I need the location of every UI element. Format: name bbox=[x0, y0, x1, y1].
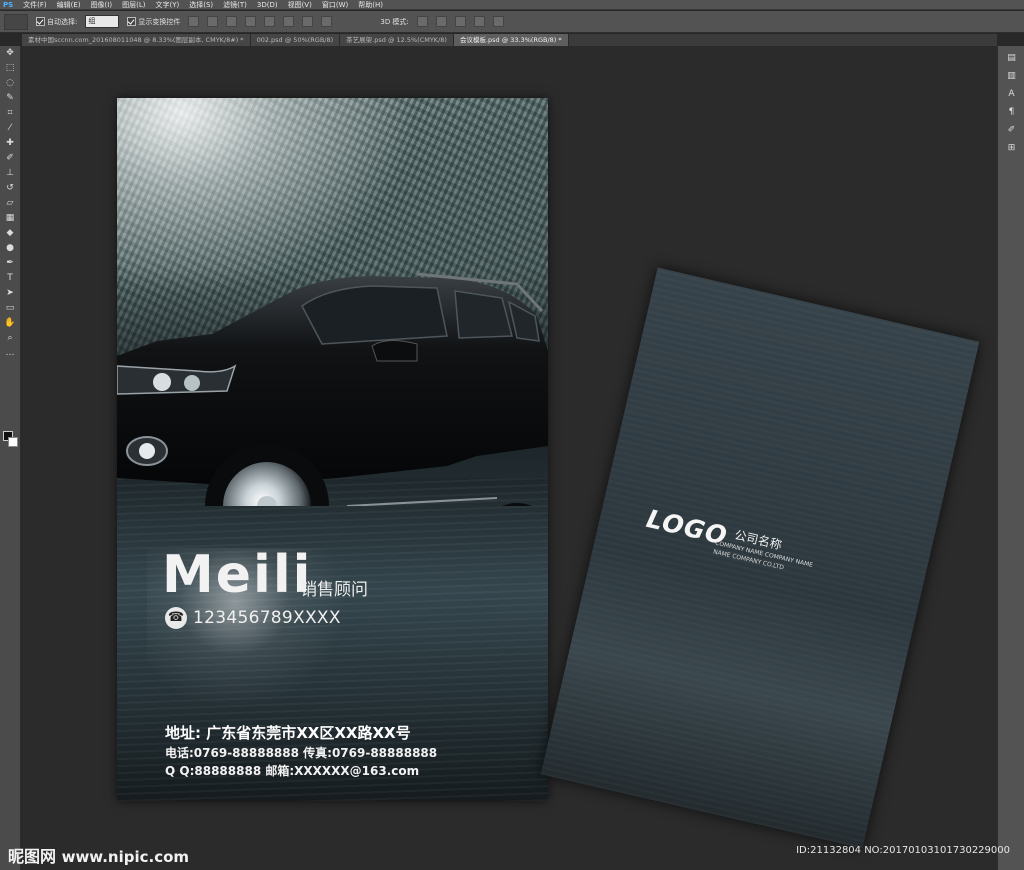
phone-icon: ☎ bbox=[165, 607, 187, 629]
align-top-icon[interactable] bbox=[188, 16, 200, 27]
character-panel-icon[interactable]: A bbox=[1005, 88, 1019, 100]
healing-brush-tool-icon[interactable]: ✚ bbox=[4, 137, 16, 149]
crop-tool-icon[interactable]: ⌗ bbox=[4, 107, 16, 119]
clone-source-panel-icon[interactable]: ⊞ bbox=[1005, 142, 1019, 154]
background-color-swatch[interactable] bbox=[8, 437, 18, 447]
marquee-tool-icon[interactable]: ⬚ bbox=[4, 62, 16, 74]
align-hcenter-icon[interactable] bbox=[264, 16, 276, 27]
pan-3d-icon[interactable] bbox=[454, 16, 466, 27]
site-name-cn: 昵图网 bbox=[8, 847, 57, 866]
checkmark-icon bbox=[36, 17, 45, 26]
brush-panel-icon[interactable]: ✐ bbox=[1005, 124, 1019, 136]
paragraph-panel-icon[interactable]: ¶ bbox=[1005, 106, 1019, 118]
person-name: Meili bbox=[162, 545, 313, 605]
show-transform-label: 显示变换控件 bbox=[138, 17, 181, 26]
lasso-tool-icon[interactable]: ◌ bbox=[4, 77, 16, 89]
move-tool-icon[interactable]: ✥ bbox=[4, 47, 16, 59]
shape-tool-icon[interactable]: ▭ bbox=[4, 302, 16, 314]
roll-3d-icon[interactable] bbox=[435, 16, 447, 27]
align-left-icon[interactable] bbox=[245, 16, 257, 27]
align-vcenter-icon[interactable] bbox=[207, 16, 219, 27]
move-tool-preset-button[interactable] bbox=[4, 13, 28, 30]
menu-bar: PS 文件(F) 编辑(E) 图像(I) 图层(L) 文字(Y) 选择(S) 滤… bbox=[0, 0, 1024, 10]
pen-tool-icon[interactable]: ✒ bbox=[4, 257, 16, 269]
site-url: www.nipic.com bbox=[61, 848, 190, 866]
auto-select-label: 自动选择: bbox=[47, 17, 78, 26]
distribute-icon[interactable] bbox=[321, 16, 333, 27]
tel-fax-text: 电话:0769-88888888 传真:0769-88888888 bbox=[165, 746, 438, 760]
zoom-tool-icon[interactable]: ⌕ bbox=[4, 332, 16, 344]
auto-select-dropdown[interactable]: 组 bbox=[85, 15, 120, 28]
business-card-front: Meili 销售顾问 ☎ 123456789XXXX 地址: 广东省东莞市XX区… bbox=[117, 98, 548, 801]
menu-type[interactable]: 文字(Y) bbox=[155, 0, 179, 9]
menu-3d[interactable]: 3D(D) bbox=[257, 0, 278, 9]
menu-window[interactable]: 窗口(W) bbox=[322, 0, 348, 9]
image-id-watermark: ID:21132804 NO:20170103101730229000 bbox=[796, 845, 1010, 856]
eraser-tool-icon[interactable]: ▱ bbox=[4, 197, 16, 209]
rotate-3d-icon[interactable] bbox=[416, 16, 428, 27]
menu-help[interactable]: 帮助(H) bbox=[358, 0, 383, 9]
show-transform-controls-checkbox[interactable]: 显示变换控件 bbox=[127, 17, 180, 27]
document-tab[interactable]: 素材中国sccnn.com_20160801104​8 @ 8.33%(图层副本… bbox=[22, 34, 251, 46]
panel-dock: ▤ ▥ A ¶ ✐ ⊞ bbox=[997, 46, 1024, 870]
menu-layer[interactable]: 图层(L) bbox=[122, 0, 145, 9]
slide-3d-icon[interactable] bbox=[473, 16, 485, 27]
more-tools-icon[interactable]: … bbox=[4, 347, 16, 359]
distribute-icon[interactable] bbox=[302, 16, 314, 27]
gradient-tool-icon[interactable]: ▦ bbox=[4, 212, 16, 224]
document-tab-bar: 素材中国sccnn.com_20160801104​8 @ 8.33%(图层副本… bbox=[22, 34, 997, 46]
align-bottom-icon[interactable] bbox=[226, 16, 238, 27]
dodge-tool-icon[interactable]: ● bbox=[4, 242, 16, 254]
eyedropper-tool-icon[interactable]: ⁄ bbox=[4, 122, 16, 134]
blur-tool-icon[interactable]: ◆ bbox=[4, 227, 16, 239]
auto-select-checkbox[interactable]: 自动选择: bbox=[36, 17, 77, 27]
type-tool-icon[interactable]: T bbox=[4, 272, 16, 284]
menu-edit[interactable]: 编辑(E) bbox=[57, 0, 81, 9]
black-suv-image bbox=[117, 272, 548, 506]
site-watermark: 昵图网 www.nipic.com bbox=[8, 843, 189, 867]
clone-stamp-tool-icon[interactable]: ⊥ bbox=[4, 167, 16, 179]
photoshop-logo-icon[interactable]: PS bbox=[3, 0, 13, 9]
qq-email-text: Q Q:88888888 邮箱:XXXXXX@163.com bbox=[165, 764, 420, 778]
checkmark-icon bbox=[127, 17, 137, 26]
history-panel-icon[interactable]: ▤ bbox=[1005, 52, 1019, 64]
menu-image[interactable]: 图像(I) bbox=[91, 0, 113, 9]
address-text: 地址: 广东省东莞市XX区XX路XX号 bbox=[165, 724, 411, 742]
scale-3d-icon[interactable] bbox=[492, 16, 504, 27]
phone-number: 123456789XXXX bbox=[193, 608, 341, 628]
quick-select-tool-icon[interactable]: ✎ bbox=[4, 92, 16, 104]
brush-tool-icon[interactable]: ✐ bbox=[4, 152, 16, 164]
mode-3d-label: 3D 模式: bbox=[380, 17, 409, 26]
properties-panel-icon[interactable]: ▥ bbox=[1005, 70, 1019, 82]
hand-tool-icon[interactable]: ✋ bbox=[4, 317, 16, 329]
document-tab[interactable]: 茶艺展架.psd @ 12.5%(CMYK/8) bbox=[340, 34, 454, 46]
document-tab-active[interactable]: 会议模板.psd @ 33.3%(RGB/8) * bbox=[453, 34, 569, 46]
options-bar: 自动选择: 组 显示变换控件 3D 模式: bbox=[0, 11, 1024, 33]
history-brush-tool-icon[interactable]: ↺ bbox=[4, 182, 16, 194]
menu-select[interactable]: 选择(S) bbox=[189, 0, 213, 9]
menu-file[interactable]: 文件(F) bbox=[23, 0, 47, 9]
menu-filter[interactable]: 滤镜(T) bbox=[223, 0, 247, 9]
document-tab[interactable]: 002.psd @ 50%(RGB/8) bbox=[250, 34, 341, 46]
path-select-tool-icon[interactable]: ➤ bbox=[4, 287, 16, 299]
job-title: 销售顾问 bbox=[300, 580, 368, 600]
menu-view[interactable]: 视图(V) bbox=[288, 0, 312, 9]
tools-panel: ✥ ⬚ ◌ ✎ ⌗ ⁄ ✚ ✐ ⊥ ↺ ▱ ▦ ◆ ● ✒ T ➤ ▭ ✋ ⌕ … bbox=[0, 46, 21, 870]
align-right-icon[interactable] bbox=[283, 16, 295, 27]
